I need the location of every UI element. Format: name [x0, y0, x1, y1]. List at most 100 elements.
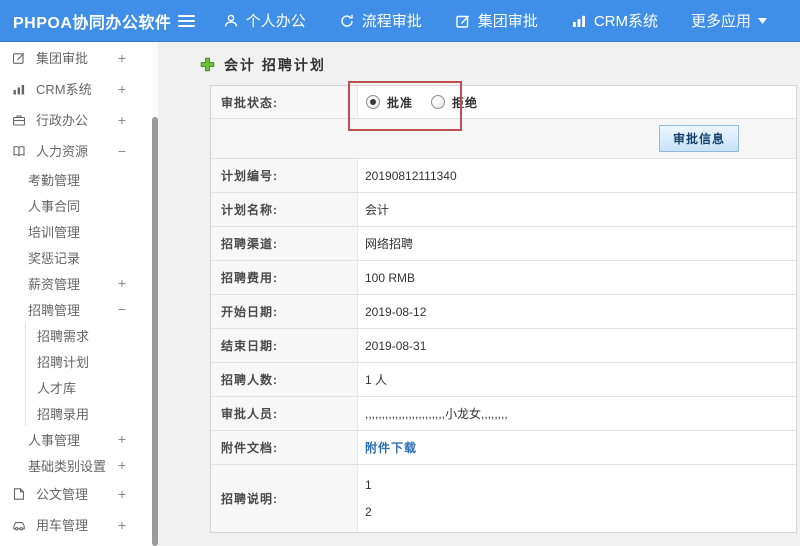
sidebar-item-rewards[interactable]: 奖惩记录 [0, 244, 152, 270]
field-row-start-date: 开始日期: 2019-08-12 [211, 295, 796, 329]
sidebar-item-attendance[interactable]: 考勤管理 [0, 166, 152, 192]
nav-label: CRM系统 [593, 13, 658, 30]
sidebar-item-talent-pool[interactable]: 人才库 [25, 374, 152, 400]
top-navbar: PHPOA协同办公软件 个人办公 流程审批 集团审批 CRM系统 更多应用 [0, 0, 800, 42]
field-row-plan-name: 计划名称: 会计 [211, 193, 796, 227]
field-value: ,,,,,,,,,,,,,,,,,,,,,,,,小龙女,,,,,,,, [365, 407, 508, 421]
nav-label: 流程审批 [361, 13, 422, 30]
sidebar-item-recruit-plan[interactable]: 招聘计划 [25, 348, 152, 374]
field-value: 100 RMB [365, 270, 416, 285]
sidebar-item-label: 奖惩记录 [28, 250, 81, 266]
field-label: 开始日期: [211, 295, 358, 328]
sidebar-item-document-mgmt[interactable]: 公文管理 + [0, 478, 152, 509]
field-label: 招聘人数: [211, 363, 358, 396]
sidebar-item-recruit-demand[interactable]: 招聘需求 [25, 322, 152, 348]
field-row-attachment: 附件文档: 附件下载 [211, 431, 796, 465]
sidebar-item-label: 人力资源 [36, 144, 89, 159]
field-label: 招聘费用: [211, 261, 358, 294]
sidebar-item-label: 招聘管理 [28, 302, 81, 318]
sidebar-item-admin-office[interactable]: 行政办公 + [0, 104, 152, 135]
sidebar-item-label: 考勤管理 [28, 172, 81, 188]
page-title-text: 会计 招聘计划 [224, 56, 326, 73]
field-value-multiline: 1 2 [358, 465, 796, 532]
radio-approve[interactable] [366, 95, 380, 109]
field-row-recruit-channel: 招聘渠道: 网络招聘 [211, 227, 796, 261]
refresh-arrow-icon [339, 13, 355, 29]
document-icon [12, 487, 27, 501]
sidebar-item-group-approval[interactable]: 集团审批 + [0, 42, 152, 73]
expand-toggle-icon[interactable]: + [118, 113, 126, 127]
field-row-approval-status: 审批状态: 批准 拒绝 [211, 86, 796, 119]
expand-toggle-icon[interactable]: + [118, 82, 126, 96]
expand-toggle-icon[interactable]: + [118, 458, 126, 472]
sidebar-item-label: 基础类别设置 [28, 458, 107, 474]
field-label: 审批人员: [211, 397, 358, 430]
description-line: 2 [365, 505, 372, 519]
sidebar-item-recruit-mgmt[interactable]: 招聘管理 − [0, 296, 152, 322]
sidebar-item-training[interactable]: 培训管理 [0, 218, 152, 244]
sidebar-item-personnel-mgmt[interactable]: 人事管理 + [0, 426, 152, 452]
radio-reject[interactable] [431, 95, 446, 109]
expand-toggle-icon[interactable]: + [118, 487, 126, 501]
attachment-download-link[interactable]: 附件下载 [365, 439, 417, 456]
app-brand: PHPOA协同办公软件 [13, 14, 172, 32]
sidebar-item-label: 薪资管理 [28, 276, 81, 292]
sidebar-item-salary[interactable]: 薪资管理 + [0, 270, 152, 296]
field-label: 招聘渠道: [211, 227, 358, 260]
sidebar-item-hr[interactable]: 人力资源 − [0, 135, 152, 166]
field-value: 网络招聘 [365, 237, 414, 251]
sidebar-item-crm[interactable]: CRM系统 + [0, 73, 152, 104]
nav-crm-system[interactable]: CRM系统 [571, 10, 658, 31]
nav-process-approval[interactable]: 流程审批 [339, 10, 422, 31]
hamburger-menu-icon[interactable] [178, 14, 195, 27]
sidebar-item-label: 人事合同 [28, 198, 81, 214]
field-label: 计划名称: [211, 193, 358, 226]
sidebar-item-vehicle-mgmt[interactable]: 用车管理 + [0, 509, 152, 540]
user-icon [223, 13, 239, 29]
sidebar-item-label: 行政办公 [36, 113, 89, 128]
main-content: 会计 招聘计划 审批状态: 批准 拒绝 审批信息 计划编号: 201908121… [158, 42, 800, 546]
sidebar-item-label: 人事管理 [28, 432, 81, 448]
field-row-headcount: 招聘人数: 1 人 [211, 363, 796, 397]
nav-more-apps[interactable]: 更多应用 [691, 10, 767, 31]
expand-toggle-icon[interactable]: + [118, 51, 126, 65]
expand-toggle-icon[interactable]: + [118, 276, 126, 290]
approval-info-button[interactable]: 审批信息 [658, 125, 739, 152]
field-value: 2019-08-31 [365, 338, 427, 353]
car-icon [12, 518, 27, 532]
sidebar-item-base-category[interactable]: 基础类别设置 + [0, 452, 152, 478]
field-value: 会计 [365, 203, 390, 217]
expand-toggle-icon[interactable]: + [118, 518, 126, 532]
sidebar-item-label: 培训管理 [28, 224, 81, 240]
field-value: 2019-08-12 [365, 304, 427, 319]
sidebar-item-label: 招聘计划 [37, 354, 90, 370]
sidebar-nav: 集团审批 + CRM系统 + 行政办公 + 人力资源 − 考勤管理 人事合同 培… [0, 42, 152, 546]
expand-toggle-icon[interactable]: + [118, 432, 126, 446]
approval-status-options: 批准 拒绝 [358, 86, 796, 118]
sidebar-item-label: 用车管理 [36, 518, 89, 533]
nav-personal-office[interactable]: 个人办公 [223, 10, 306, 31]
nav-label: 更多应用 [690, 13, 751, 30]
bar-chart-icon [12, 82, 27, 96]
field-label: 招聘说明: [211, 465, 358, 532]
field-row-plan-number: 计划编号: 20190812111340 [211, 159, 796, 193]
book-icon [12, 144, 27, 158]
radio-reject-label: 拒绝 [452, 95, 479, 110]
field-row-description: 招聘说明: 1 2 [211, 465, 796, 532]
recruit-plan-form: 审批状态: 批准 拒绝 审批信息 计划编号: 20190812111340 计划… [210, 85, 797, 533]
bar-chart-icon [571, 13, 587, 29]
edit-square-icon [455, 13, 471, 29]
field-label: 计划编号: [211, 159, 358, 192]
sidebar-item-hr-contract[interactable]: 人事合同 [0, 192, 152, 218]
caret-down-icon [758, 17, 767, 24]
sidebar-item-label: 公文管理 [36, 487, 89, 502]
sidebar-item-label: 人才库 [37, 380, 77, 396]
collapse-toggle-icon[interactable]: − [118, 144, 126, 158]
sidebar-item-recruit-hire[interactable]: 招聘录用 [25, 400, 152, 426]
nav-group-approval[interactable]: 集团审批 [455, 10, 538, 31]
nav-label: 集团审批 [477, 13, 538, 30]
edit-square-icon [12, 51, 27, 65]
nav-label: 个人办公 [245, 13, 306, 30]
field-row-recruit-cost: 招聘费用: 100 RMB [211, 261, 796, 295]
collapse-toggle-icon[interactable]: − [118, 302, 126, 316]
